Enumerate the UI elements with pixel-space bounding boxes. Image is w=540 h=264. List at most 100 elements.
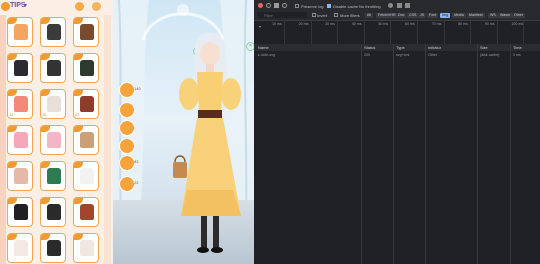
item-price: 12 (9, 112, 14, 117)
game-panel: TIPS ▾ 12 15 27 140 83 22 × (0, 0, 254, 264)
wardrobe-item[interactable] (73, 197, 99, 227)
effect-count: 22 (134, 180, 139, 185)
wardrobe-item[interactable] (7, 53, 33, 83)
filter-type-doc[interactable]: Doc (396, 13, 407, 18)
wardrobe-scrollbar[interactable] (104, 15, 111, 264)
timeline-gridline (310, 21, 312, 44)
column-header-time[interactable]: Time (513, 45, 522, 50)
wardrobe-item[interactable]: 15 (40, 89, 66, 119)
wardrobe-item[interactable] (40, 161, 66, 191)
clothing-thumbnail (47, 96, 61, 112)
category-strip[interactable] (0, 15, 6, 264)
column-header-status[interactable]: Status (364, 45, 375, 50)
clothing-thumbnail (80, 96, 94, 112)
request-table: Name Status Type Initiator Size Time ▸ cloth.… (254, 44, 540, 264)
wardrobe-item[interactable] (73, 125, 99, 155)
item-badge (74, 198, 83, 204)
column-divider[interactable] (510, 44, 511, 264)
filter-icon[interactable] (274, 3, 279, 8)
wardrobe-item[interactable] (73, 233, 99, 263)
wardrobe-item[interactable] (40, 233, 66, 263)
wardrobe-item[interactable] (7, 17, 33, 47)
filter-type-font[interactable]: Font (427, 13, 439, 18)
clothing-thumbnail (47, 204, 61, 220)
item-badge (8, 234, 17, 240)
record-icon[interactable] (258, 3, 263, 8)
filter-type-ws[interactable]: WS (488, 13, 498, 18)
disable-cache-checkbox[interactable] (327, 4, 331, 8)
filter-type-img[interactable]: Img (440, 13, 450, 18)
column-header-type[interactable]: Type (396, 45, 405, 50)
background-button[interactable] (119, 155, 135, 171)
timeline-gridline (417, 21, 418, 44)
wifi-icon[interactable] (388, 3, 393, 8)
invert-checkbox[interactable] (312, 13, 316, 17)
clothing-thumbnail (14, 96, 28, 112)
wardrobe-panel: TIPS ▾ 12 15 27 (0, 0, 113, 264)
wardrobe-item[interactable] (7, 125, 33, 155)
pose-button[interactable] (119, 82, 135, 98)
item-price: 27 (75, 112, 80, 117)
chevron-down-icon[interactable]: ▾ (24, 2, 27, 9)
cell-initiator: Other (428, 53, 437, 57)
filter-type-fetchxhr[interactable]: Fetch/XHR (376, 13, 398, 18)
timeline-overview[interactable]: 10 ms 20 ms 30 ms 40 ms 50 ms 60 ms 70 ms 80 ms… (254, 21, 540, 45)
settings-icon[interactable] (92, 2, 101, 11)
wardrobe-item[interactable] (7, 197, 33, 227)
wardrobe-item[interactable] (7, 233, 33, 263)
item-badge (74, 162, 83, 168)
filter-type-manifest[interactable]: Manifest (467, 13, 485, 18)
preserve-log-checkbox[interactable] (295, 4, 299, 8)
accessory-button[interactable] (119, 138, 135, 154)
item-badge (41, 18, 50, 24)
wardrobe-item[interactable] (73, 161, 99, 191)
filter-type-wasm[interactable]: Wasm (498, 13, 513, 18)
filter-type-css[interactable]: CSS (407, 13, 419, 18)
column-divider[interactable] (361, 44, 362, 264)
filter-type-media[interactable]: Media (452, 13, 466, 18)
timeline-tick-label: 10 ms (272, 22, 282, 26)
column-header-size[interactable]: Size (480, 45, 488, 50)
effect-button[interactable] (119, 176, 135, 192)
sparkle-icon[interactable] (75, 2, 84, 11)
clear-icon[interactable] (266, 3, 271, 8)
wardrobe-item[interactable] (7, 161, 33, 191)
wardrobe-item[interactable] (73, 17, 99, 47)
column-divider[interactable] (425, 44, 426, 264)
column-header-initiator[interactable]: Initiator (428, 45, 441, 50)
wardrobe-item[interactable]: 27 (73, 89, 99, 119)
wardrobe-item[interactable] (40, 17, 66, 47)
column-header-name[interactable]: Name (258, 45, 269, 50)
wardrobe-item[interactable]: 12 (7, 89, 33, 119)
filter-type-js[interactable]: JS (418, 13, 427, 18)
search-icon[interactable] (282, 3, 287, 8)
menu-icon[interactable] (1, 2, 10, 11)
item-badge (8, 18, 17, 24)
download-icon[interactable] (405, 3, 410, 8)
item-badge (74, 18, 83, 24)
timeline-tick-label: 60 ms (405, 22, 415, 26)
throttling-select[interactable]: No throttling (359, 4, 381, 9)
disable-cache-label: Disable cache (333, 4, 359, 9)
wardrobe-item[interactable] (40, 125, 66, 155)
filter-type-other[interactable]: Other (512, 13, 525, 18)
clothing-thumbnail (80, 132, 94, 148)
cell-name: ▸ cloth.svg (258, 53, 275, 57)
wardrobe-item[interactable] (40, 53, 66, 83)
makeup-button[interactable] (119, 120, 135, 136)
item-badge (8, 198, 17, 204)
column-divider[interactable] (393, 44, 394, 264)
timeline-gridline (470, 21, 472, 44)
timeline-tick-label: 40 ms (351, 22, 362, 26)
column-divider[interactable] (477, 44, 478, 264)
wardrobe-item[interactable] (73, 53, 99, 83)
more-filters-checkbox[interactable] (334, 13, 338, 17)
more-filters-dropdown[interactable]: More filters (340, 13, 360, 18)
clothing-thumbnail (14, 204, 28, 220)
filter-type-all[interactable]: All (365, 13, 373, 18)
wardrobe-item[interactable] (40, 197, 66, 227)
upload-icon[interactable] (397, 3, 402, 8)
filter-input[interactable] (257, 12, 307, 18)
item-badge (8, 90, 17, 96)
hair-button[interactable] (119, 102, 135, 118)
